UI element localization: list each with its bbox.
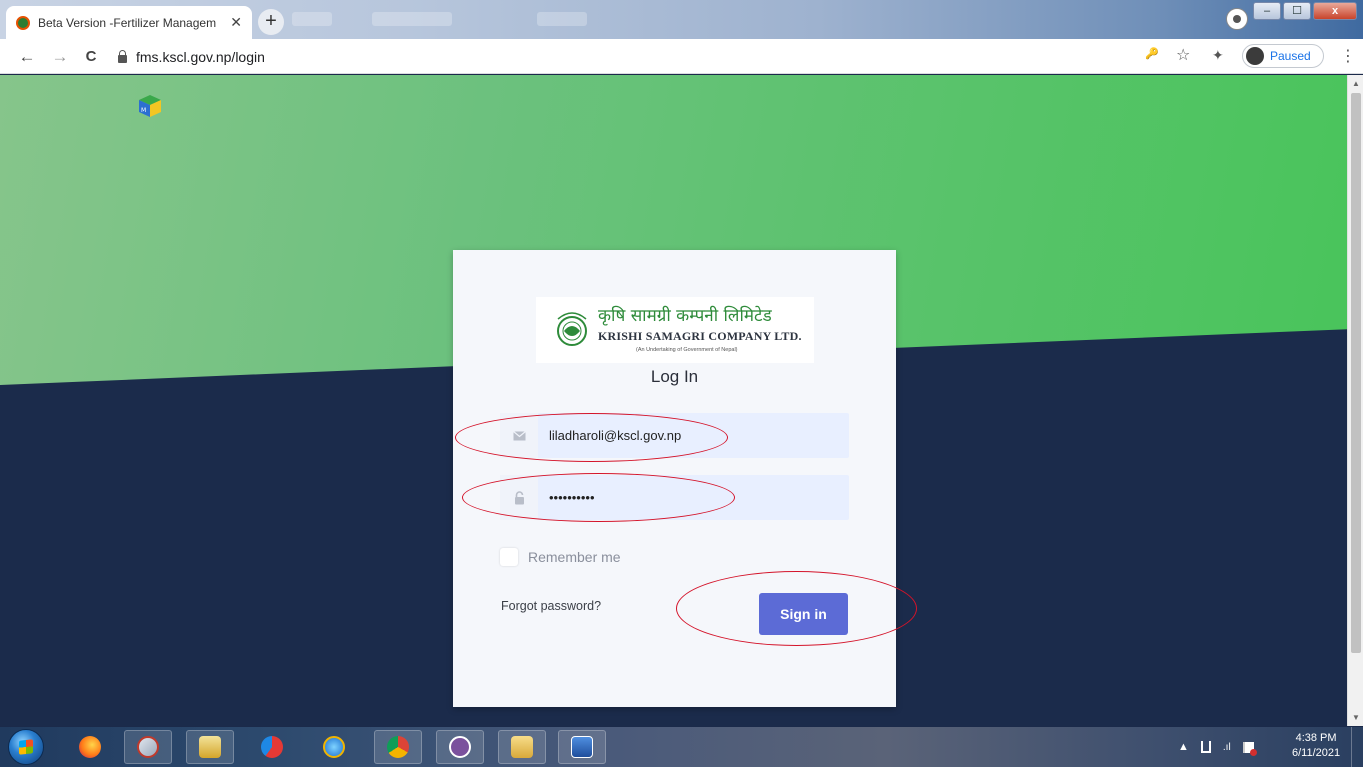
clock-time: 4:38 PM <box>1295 732 1337 744</box>
outlook-icon[interactable] <box>186 730 234 764</box>
scroll-down-icon[interactable]: ▼ <box>1352 713 1360 722</box>
tray-expand-icon[interactable]: ▲ <box>1178 741 1189 753</box>
page-title: Log In <box>650 367 699 386</box>
company-emblem-icon <box>557 312 587 346</box>
action-center-flag-icon[interactable] <box>1242 741 1257 756</box>
sign-in-button[interactable]: Sign in <box>759 593 848 635</box>
back-icon[interactable]: ← <box>16 46 38 68</box>
address-bar[interactable]: fms.kscl.gov.np/login <box>118 46 265 68</box>
avatar <box>1246 47 1264 65</box>
window-controls: – ☐ x <box>1253 2 1357 20</box>
scroll-up-icon[interactable]: ▲ <box>1352 79 1360 88</box>
signal-bars-icon[interactable]: .ıl <box>1223 742 1231 753</box>
profile-status: Paused <box>1270 49 1311 63</box>
remember-me-label: Remember me <box>528 549 621 565</box>
browser-toolbar: ← → C fms.kscl.gov.np/login 🔑 ☆ ✦ Paused… <box>0 39 1363 74</box>
internet-explorer-icon[interactable] <box>310 730 358 764</box>
page-scrollbar[interactable]: ▲ ▼ <box>1347 75 1363 726</box>
remember-me-row[interactable]: Remember me <box>500 548 621 566</box>
ccleaner-icon[interactable] <box>248 730 296 764</box>
viber-icon[interactable] <box>436 730 484 764</box>
system-clock[interactable]: 4:38 PM 6/11/2021 <box>1292 731 1340 761</box>
new-tab-button[interactable]: + <box>258 9 284 35</box>
password-field-group <box>500 475 849 520</box>
maximize-button[interactable]: ☐ <box>1283 2 1311 20</box>
minimize-button[interactable]: – <box>1253 2 1281 20</box>
background-window-title <box>292 12 332 26</box>
tab-title: Beta Version -Fertilizer Managem <box>38 15 217 30</box>
clock-date: 6/11/2021 <box>1292 747 1341 759</box>
url-text: fms.kscl.gov.np/login <box>136 49 265 65</box>
bookmark-star-icon[interactable]: ☆ <box>1176 45 1190 65</box>
email-input[interactable] <box>549 428 839 443</box>
start-button-icon[interactable] <box>8 729 44 765</box>
system-tray: ▲ .ıl <box>1178 727 1257 767</box>
site-favicon-icon <box>16 15 30 30</box>
word-icon[interactable] <box>558 730 606 764</box>
browser-menu-icon[interactable]: ⋮ <box>1340 46 1356 66</box>
page-viewport: M कृषि सामग्री कम्पनी लिमिटेड KRISHI SAM… <box>0 75 1347 726</box>
email-field-group <box>500 413 849 458</box>
extensions-icon[interactable]: ✦ <box>1212 47 1224 64</box>
reload-icon[interactable]: C <box>80 46 102 68</box>
company-name-nepali: कृषि सामग्री कम्पनी लिमिटेड <box>598 306 772 326</box>
forward-icon[interactable]: → <box>49 46 71 68</box>
app-cube-logo-icon: M <box>139 95 161 117</box>
company-name-english: KRISHI SAMAGRI COMPANY LTD. <box>598 329 802 343</box>
login-card: कृषि सामग्री कम्पनी लिमिटेड KRISHI SAMAG… <box>453 250 896 707</box>
scroll-thumb[interactable] <box>1351 93 1361 653</box>
tab-close-icon[interactable]: ✕ <box>230 14 242 31</box>
browser-tab-active[interactable]: Beta Version -Fertilizer Managem ✕ <box>6 6 252 39</box>
show-desktop-button[interactable] <box>1351 727 1363 767</box>
company-logo: कृषि सामग्री कम्पनी लिमिटेड KRISHI SAMAG… <box>536 297 814 363</box>
file-explorer-icon[interactable] <box>498 730 546 764</box>
svg-text:M: M <box>141 107 146 114</box>
envelope-icon <box>500 413 538 458</box>
background-window-title <box>372 12 452 26</box>
remember-me-checkbox[interactable] <box>500 548 518 566</box>
password-input[interactable] <box>549 490 839 505</box>
profile-paused-button[interactable]: Paused <box>1242 44 1324 68</box>
lock-icon <box>118 49 127 63</box>
chrome-icon[interactable] <box>374 730 422 764</box>
snipping-tool-icon[interactable] <box>124 730 172 764</box>
forgot-password-link[interactable]: Forgot password? <box>501 599 601 613</box>
chrome-profile-icon[interactable] <box>1226 8 1248 30</box>
close-window-button[interactable]: x <box>1313 2 1357 20</box>
company-subtitle: (An Undertaking of Government of Nepal) <box>636 347 738 353</box>
browser-tab-strip: Beta Version -Fertilizer Managem ✕ + – ☐… <box>0 0 1363 39</box>
lock-icon <box>500 475 538 520</box>
key-icon[interactable]: 🔑 <box>1145 47 1159 60</box>
firefox-icon[interactable] <box>66 730 114 764</box>
background-window-title <box>537 12 587 26</box>
network-icon[interactable] <box>1200 741 1211 753</box>
windows-taskbar: ▲ .ıl 4:38 PM 6/11/2021 <box>0 727 1363 767</box>
